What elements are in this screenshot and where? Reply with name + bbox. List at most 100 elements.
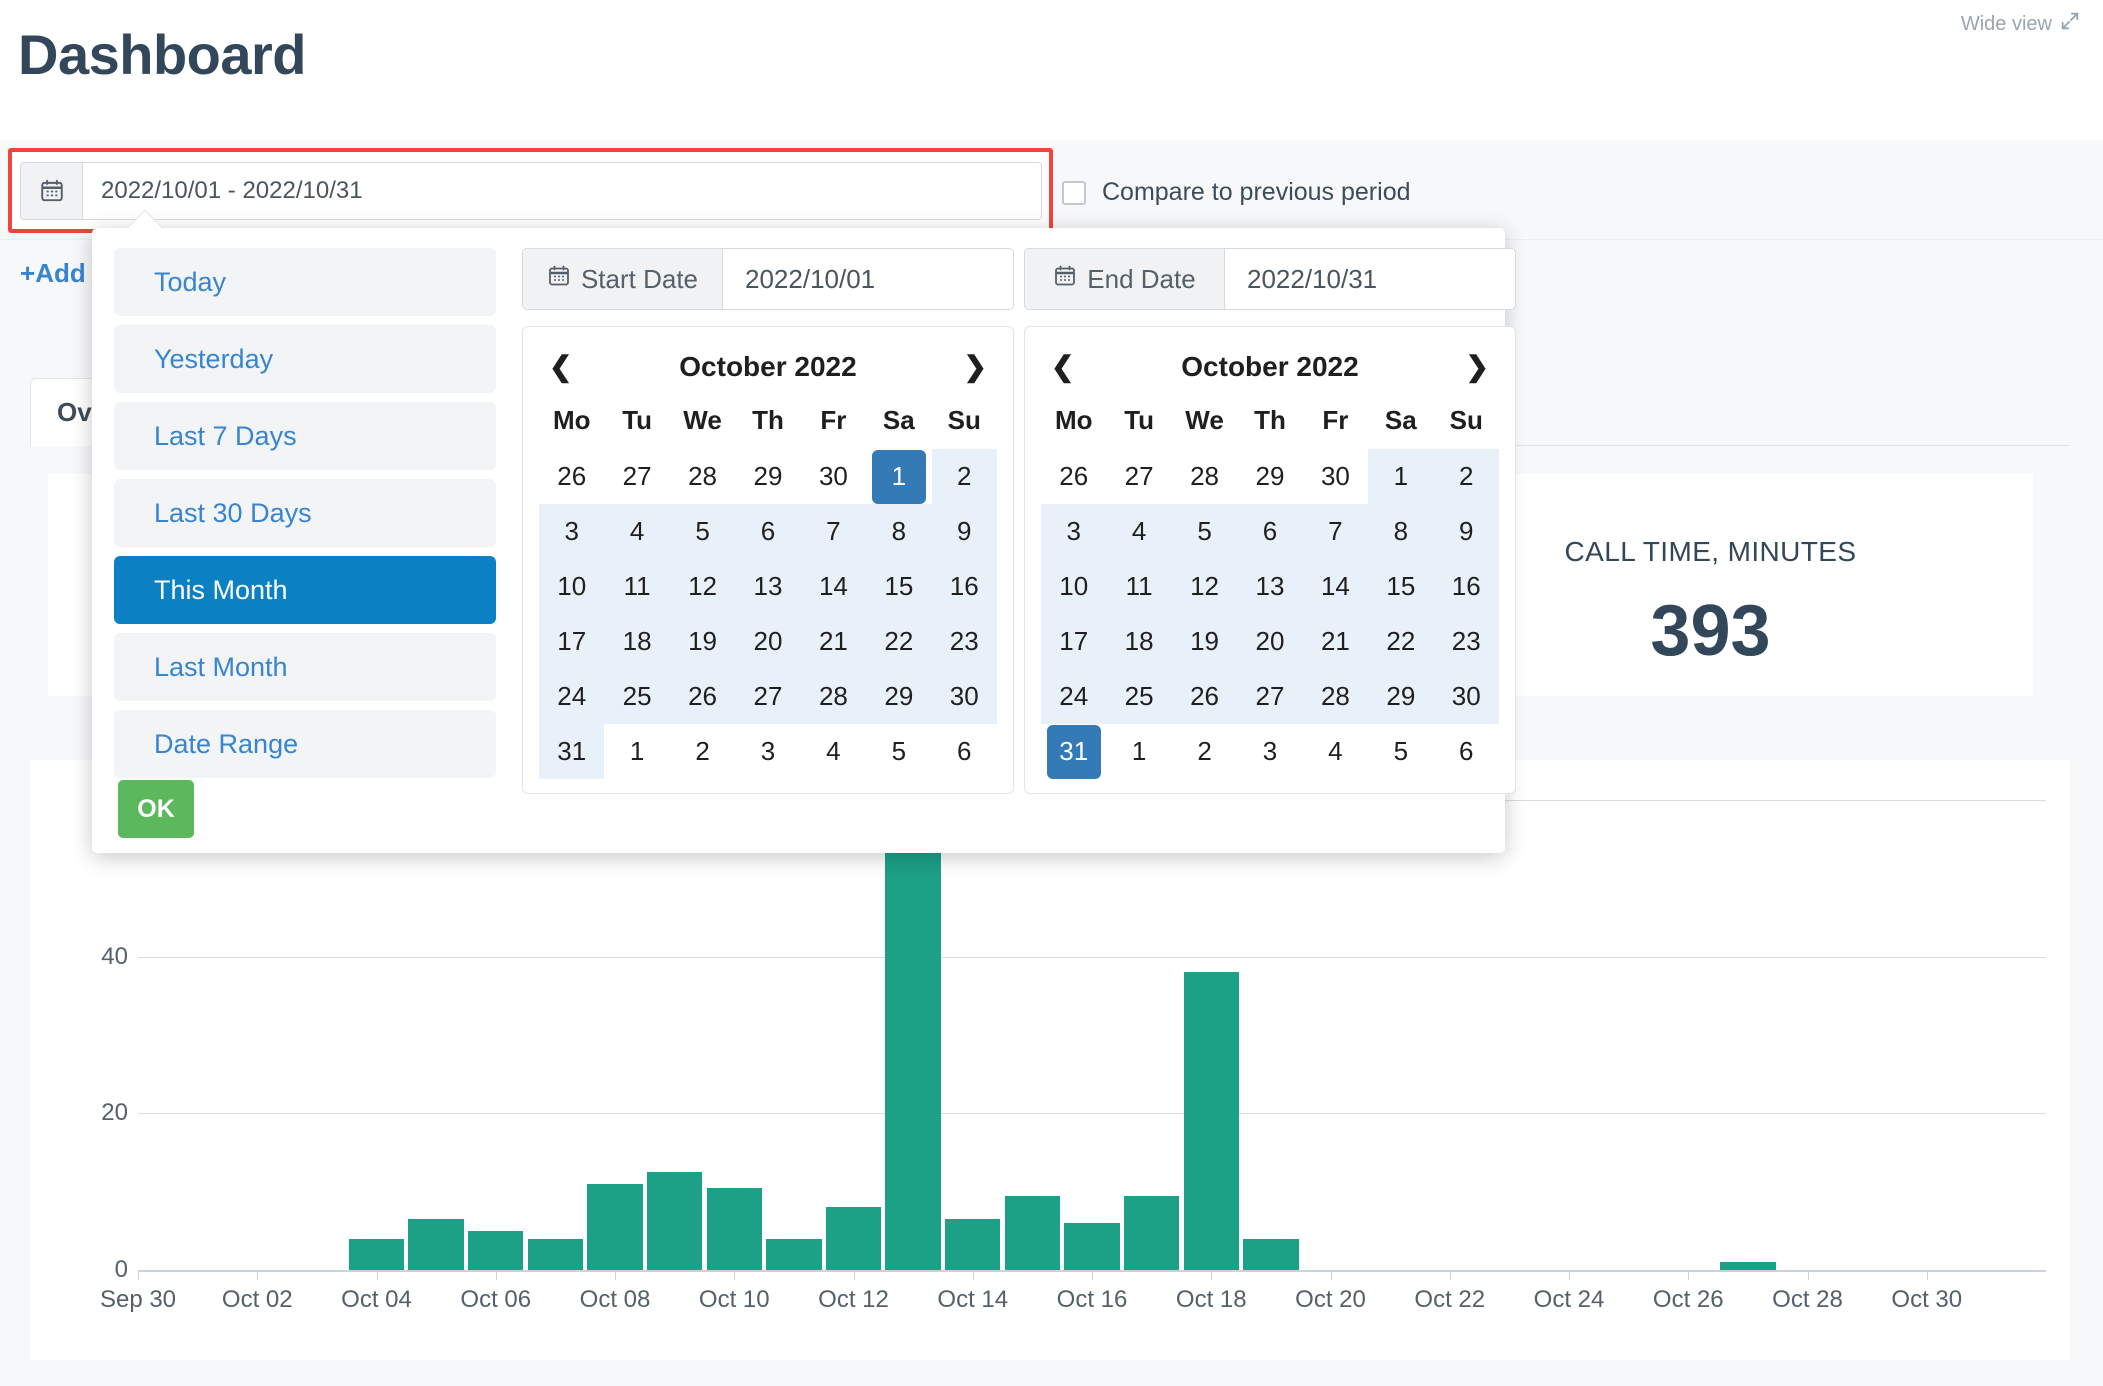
calendar-day[interactable]: 3 [539,504,605,559]
calendar-day[interactable]: 20 [735,614,801,669]
calendar-day[interactable]: 27 [1237,669,1303,724]
chart-bar[interactable] [348,1238,405,1270]
calendar-day[interactable]: 8 [866,504,932,559]
compare-checkbox[interactable] [1062,180,1086,205]
calendar-day[interactable]: 14 [1302,559,1369,614]
calendar-day[interactable]: 25 [604,669,670,724]
calendar-day[interactable]: 23 [931,614,997,669]
chart-bar[interactable] [885,839,941,1270]
calendar-day[interactable]: 5 [1368,724,1433,779]
calendar-day[interactable]: 1 [1106,724,1171,779]
calendar-day[interactable]: 12 [669,559,736,614]
ok-button[interactable]: OK [118,780,194,838]
chevron-right-icon[interactable]: ❯ [964,353,987,381]
calendar-day[interactable]: 15 [1368,559,1434,614]
chart-bar[interactable] [1720,1262,1776,1270]
calendar-day[interactable]: 11 [866,449,931,504]
calendar-day[interactable]: 12 [1171,559,1238,614]
chart-bar[interactable] [1183,972,1239,1270]
calendar-day[interactable]: 26 [539,449,604,504]
calendar-day[interactable]: 2 [1433,449,1499,504]
calendar-day[interactable]: 7 [1302,504,1369,559]
calendar-icon[interactable] [20,162,82,220]
calendar-day[interactable]: 19 [669,614,736,669]
chevron-left-icon[interactable]: ❮ [1051,353,1074,381]
calendar-day[interactable]: 18 [1106,614,1172,669]
chart-bar[interactable] [766,1238,822,1270]
calendar-day[interactable]: 11 [604,559,670,614]
calendar-day[interactable]: 6 [932,724,997,779]
calendar-day[interactable]: 22 [866,614,932,669]
calendar-day[interactable]: 30 [801,449,866,504]
compare-previous-period-toggle[interactable]: Compare to previous period [1062,178,1411,207]
calendar-day[interactable]: 4 [604,504,670,559]
calendar-day[interactable]: 21 [1302,614,1369,669]
calendar-day[interactable]: 9 [1433,504,1499,559]
quick-range-date-range[interactable]: Date Range [114,710,496,778]
calendar-day[interactable]: 16 [1433,559,1499,614]
quick-range-last-month[interactable]: Last Month [114,633,496,701]
calendar-day[interactable]: 14 [800,559,867,614]
start-date-field[interactable]: Start Date 2022/10/01 [522,248,1014,310]
wide-view-toggle[interactable]: Wide view [1961,10,2081,38]
calendar-day[interactable]: 1 [1368,449,1434,504]
calendar-day[interactable]: 29 [1237,449,1302,504]
calendar-day[interactable]: 24 [539,669,605,724]
calendar-day[interactable]: 28 [670,449,735,504]
chart-bar[interactable] [706,1187,762,1270]
calendar-day[interactable]: 22 [1368,614,1434,669]
calendar-day[interactable]: 4 [1303,724,1368,779]
calendar-day[interactable]: 1 [604,724,669,779]
calendar-day[interactable]: 29 [735,449,800,504]
chart-bar[interactable] [1123,1195,1180,1270]
chart-bar[interactable] [646,1172,703,1270]
date-range-input[interactable] [82,162,1042,220]
calendar-day[interactable]: 6 [1237,504,1303,559]
calendar-day[interactable]: 28 [1302,669,1369,724]
calendar-day[interactable]: 24 [1041,669,1107,724]
calendar-day[interactable]: 17 [1041,614,1107,669]
calendar-day[interactable]: 27 [735,669,801,724]
calendar-day[interactable]: 5 [866,724,931,779]
calendar-day[interactable]: 3131 [1041,724,1106,779]
calendar-day[interactable]: 27 [604,449,669,504]
calendar-day[interactable]: 16 [931,559,997,614]
chart-bar[interactable] [1243,1238,1299,1270]
calendar-day[interactable]: 5 [1171,504,1238,559]
calendar-day[interactable]: 11 [1106,559,1172,614]
calendar-day[interactable]: 6 [735,504,801,559]
calendar-day[interactable]: 9 [931,504,997,559]
chart-bar[interactable] [527,1238,584,1270]
chart-bar[interactable] [408,1219,464,1270]
calendar-day[interactable]: 6 [1434,724,1499,779]
calendar-day[interactable]: 23 [1433,614,1499,669]
chart-bar[interactable] [945,1219,1001,1270]
calendar-day[interactable]: 28 [800,669,867,724]
calendar-day[interactable]: 30 [1303,449,1368,504]
calendar-day[interactable]: 27 [1106,449,1171,504]
calendar-day[interactable]: 18 [604,614,670,669]
calendar-day[interactable]: 3 [1237,724,1302,779]
chart-bar[interactable] [1064,1223,1120,1270]
chevron-right-icon[interactable]: ❯ [1466,353,1489,381]
chart-bar[interactable] [587,1183,643,1270]
calendar-day[interactable]: 17 [539,614,605,669]
chart-bar[interactable] [825,1207,882,1270]
calendar-day[interactable]: 2 [1172,724,1237,779]
quick-range-last-7-days[interactable]: Last 7 Days [114,402,496,470]
calendar-day[interactable]: 15 [866,559,932,614]
calendar-day[interactable]: 26 [1041,449,1106,504]
calendar-day[interactable]: 25 [1106,669,1172,724]
calendar-day[interactable]: 29 [1368,669,1434,724]
calendar-day[interactable]: 3 [1041,504,1107,559]
calendar-day[interactable]: 13 [735,559,801,614]
calendar-day[interactable]: 29 [866,669,932,724]
quick-range-yesterday[interactable]: Yesterday [114,325,496,393]
start-date-value[interactable]: 2022/10/01 [723,249,1013,309]
end-date-value[interactable]: 2022/10/31 [1225,249,1515,309]
chart-bar[interactable] [468,1230,524,1270]
calendar-day[interactable]: 4 [1106,504,1172,559]
chart-bar[interactable] [1004,1195,1061,1270]
calendar-day[interactable]: 3 [735,724,800,779]
quick-range-last-30-days[interactable]: Last 30 Days [114,479,496,547]
